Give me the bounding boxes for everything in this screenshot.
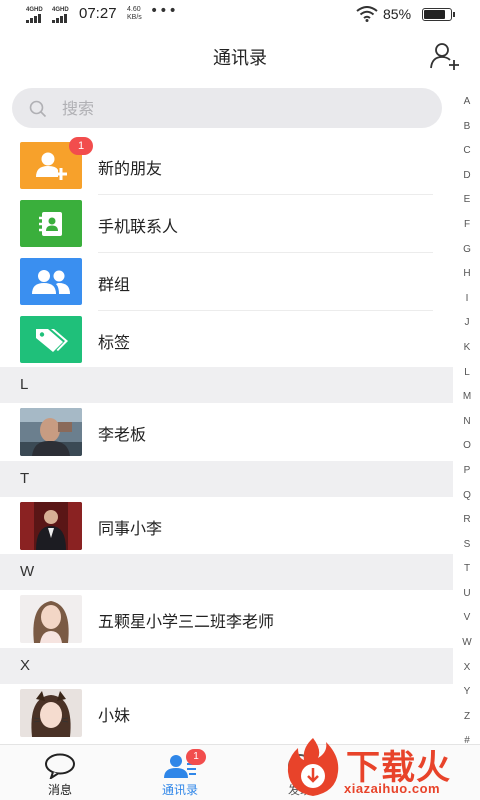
index-letter[interactable]: P xyxy=(457,463,477,488)
search-icon xyxy=(29,100,47,118)
index-letter[interactable]: E xyxy=(457,192,477,217)
index-letter[interactable]: J xyxy=(457,315,477,340)
index-letter[interactable]: C xyxy=(457,143,477,168)
contact-name: 小妹 xyxy=(98,706,131,725)
section-header-t: T xyxy=(0,461,453,497)
index-letter[interactable]: G xyxy=(457,242,477,267)
battery-icon xyxy=(422,8,455,21)
index-letter[interactable]: U xyxy=(457,586,477,611)
index-letter[interactable]: O xyxy=(457,438,477,463)
page-title: 通讯录 xyxy=(213,48,267,69)
contacts-tab-badge: 1 xyxy=(186,749,206,765)
contact-row[interactable]: 小妹 xyxy=(0,684,453,742)
groups-row[interactable]: 群组 xyxy=(0,253,453,311)
alphabet-index[interactable]: A B C D E F G H I J K L M N O P Q R S T U V W X Y Z # xyxy=(457,94,477,758)
chat-bubble-icon xyxy=(45,753,75,779)
index-letter[interactable]: D xyxy=(457,168,477,193)
contact-name: 李老板 xyxy=(98,425,147,444)
index-letter[interactable]: F xyxy=(457,217,477,242)
battery-level xyxy=(424,10,446,19)
index-letter[interactable]: A xyxy=(457,94,477,119)
tags-row[interactable]: 标签 xyxy=(0,311,453,369)
tab-contacts[interactable]: 1 通讯录 xyxy=(130,745,230,800)
tags-label: 标签 xyxy=(98,333,131,352)
group-icon xyxy=(20,258,82,305)
tab-label: 通讯录 xyxy=(161,783,198,797)
contact-row[interactable]: 五颗星小学三二班李老师 xyxy=(0,590,453,648)
speed-value: 4.60 xyxy=(127,6,141,13)
index-letter[interactable]: X xyxy=(457,660,477,685)
contact-row[interactable]: 同事小李 xyxy=(0,497,453,555)
index-letter[interactable]: Y xyxy=(457,684,477,709)
signal-icon: 4GHD xyxy=(52,7,69,23)
wifi-icon xyxy=(356,6,378,22)
section-letter: X xyxy=(20,657,31,674)
index-letter[interactable]: K xyxy=(457,340,477,365)
contact-book-icon xyxy=(20,200,82,247)
index-letter[interactable]: H xyxy=(457,266,477,291)
new-friends-row[interactable]: 1 新的朋友 xyxy=(0,137,453,195)
status-bar: 4GHD 4GHD 07:27 4.60 KB/s ••• 85% xyxy=(0,0,480,30)
watermark-url: xiazaihuo.com xyxy=(344,781,441,796)
groups-label: 群组 xyxy=(98,275,131,294)
section-header-x: X xyxy=(0,648,453,684)
index-letter[interactable]: L xyxy=(457,365,477,390)
new-friends-label: 新的朋友 xyxy=(98,159,163,178)
sim2-label: 4GHD xyxy=(52,7,69,13)
avatar xyxy=(20,408,82,456)
index-letter[interactable]: T xyxy=(457,561,477,586)
tags-icon xyxy=(20,316,82,363)
index-letter[interactable]: Q xyxy=(457,488,477,513)
index-letter[interactable]: I xyxy=(457,291,477,316)
tab-label: 消息 xyxy=(47,783,72,797)
watermark: 下载火 xiazaihuo.com xyxy=(284,736,480,800)
index-letter[interactable]: W xyxy=(457,635,477,660)
section-letter: L xyxy=(20,376,29,393)
battery-percent: 85% xyxy=(383,6,412,22)
section-header-l: L xyxy=(0,367,453,403)
add-contact-button[interactable] xyxy=(430,42,462,70)
flame-logo-icon xyxy=(287,738,339,796)
index-letter[interactable]: R xyxy=(457,512,477,537)
phone-contacts-label: 手机联系人 xyxy=(98,217,179,236)
contact-name: 同事小李 xyxy=(98,519,163,538)
contact-name: 五颗星小学三二班李老师 xyxy=(98,612,275,631)
search-input[interactable] xyxy=(62,88,422,128)
network-speed: 4.60 KB/s xyxy=(127,6,142,22)
tab-messages[interactable]: 消息 xyxy=(10,745,110,800)
sim1-label: 4GHD xyxy=(26,7,43,13)
more-dots-icon: ••• xyxy=(150,3,178,19)
avatar xyxy=(20,502,82,550)
index-letter[interactable]: M xyxy=(457,389,477,414)
phone-contacts-row[interactable]: 手机联系人 xyxy=(0,195,453,253)
index-letter[interactable]: S xyxy=(457,537,477,562)
add-user-icon xyxy=(430,43,459,70)
signal-icon: 4GHD xyxy=(26,7,43,23)
clock: 07:27 xyxy=(79,5,117,22)
section-letter: W xyxy=(20,563,35,580)
search-bar[interactable] xyxy=(12,88,442,128)
section-header-w: W xyxy=(0,554,453,590)
index-letter[interactable]: N xyxy=(457,414,477,439)
avatar xyxy=(20,689,82,737)
contact-row[interactable]: 李老板 xyxy=(0,403,453,461)
speed-unit: KB/s xyxy=(127,14,142,21)
new-friends-badge: 1 xyxy=(69,137,93,155)
index-letter[interactable]: Z xyxy=(457,709,477,734)
header: 通讯录 xyxy=(0,30,480,82)
index-letter[interactable]: B xyxy=(457,119,477,144)
index-letter[interactable]: V xyxy=(457,610,477,635)
avatar xyxy=(20,595,82,643)
section-letter: T xyxy=(20,470,30,487)
